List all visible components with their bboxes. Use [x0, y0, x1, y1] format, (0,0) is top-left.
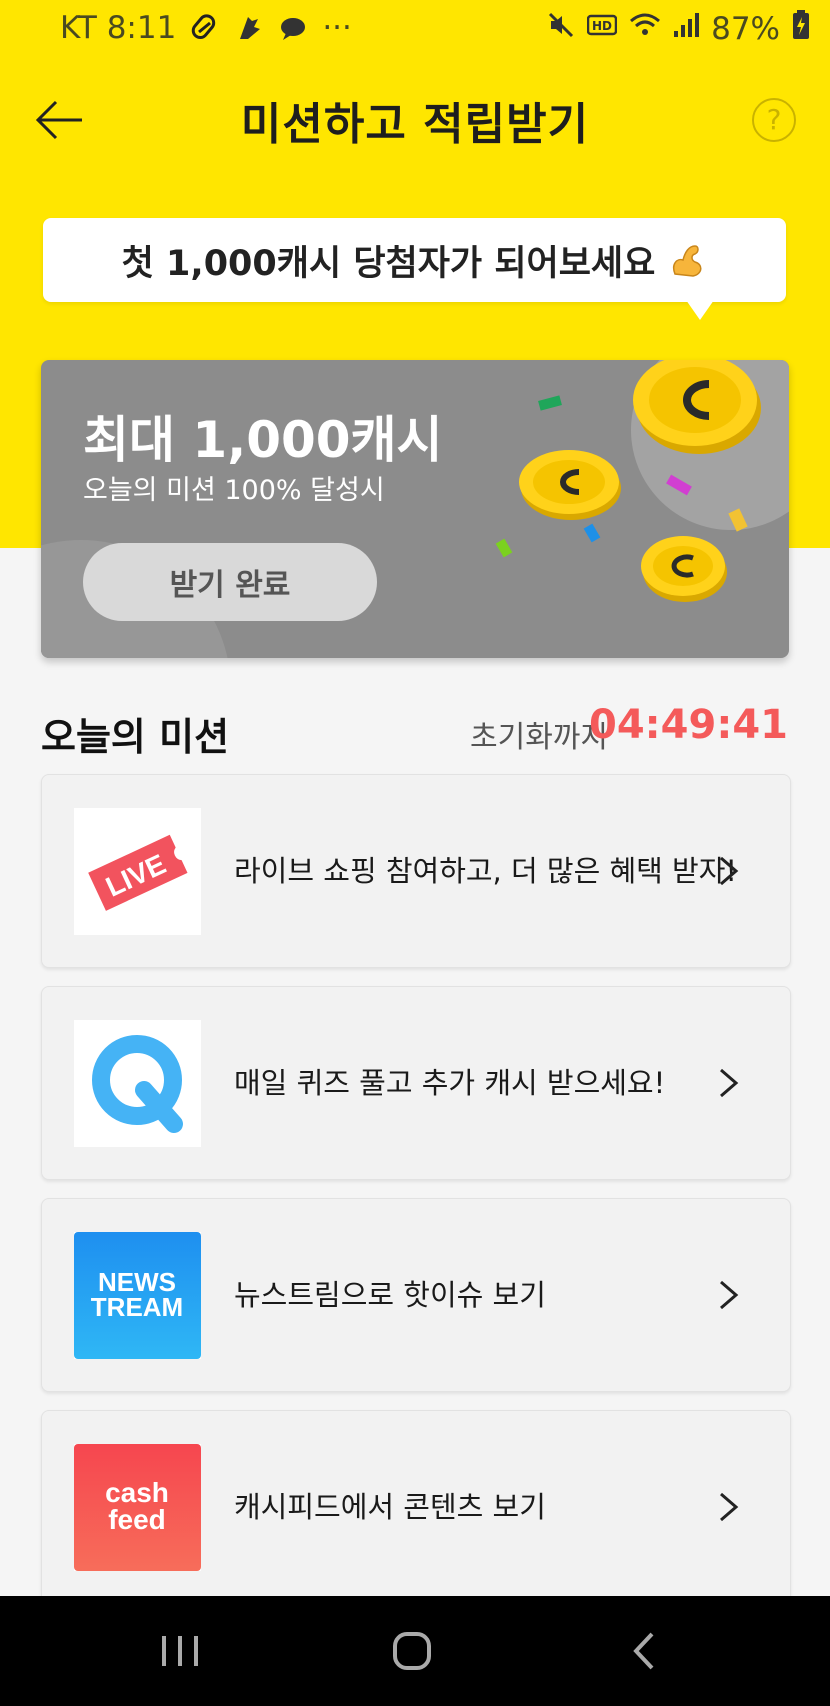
- status-right: HD 87%: [547, 10, 810, 48]
- cashfeed-icon: cash feed: [74, 1444, 201, 1571]
- mission-item-cashfeed[interactable]: cash feed 캐시피드에서 콘텐츠 보기: [41, 1410, 791, 1604]
- status-left: KT 8:11 ···: [60, 10, 352, 46]
- more-notifications-icon: ···: [322, 10, 352, 46]
- mission-label: 캐시피드에서 콘텐츠 보기: [234, 1490, 546, 1524]
- app-notification-icon: [234, 13, 264, 43]
- cashfeed-icon-line2: feed: [108, 1504, 166, 1535]
- battery-charging-icon: [792, 10, 810, 48]
- mission-item-live-shopping[interactable]: LIVE 라이브 쇼핑 참여하고, 더 많은 혜택 받자!: [41, 774, 791, 968]
- quiz-icon-text: Q: [74, 1020, 75, 1021]
- recent-apps-icon[interactable]: [150, 1626, 210, 1676]
- signal-icon: [673, 11, 700, 47]
- chevron-right-icon: [720, 856, 739, 886]
- chevron-right-icon: [720, 1068, 739, 1098]
- flexed-biceps-icon: [667, 240, 707, 280]
- svg-text:HD: HD: [592, 19, 612, 33]
- mission-label: 라이브 쇼핑 참여하고, 더 많은 혜택 받자!: [234, 854, 738, 888]
- live-icon: LIVE: [74, 808, 201, 935]
- help-button[interactable]: ?: [752, 98, 796, 142]
- promo-bubble: 첫 1,000캐시 당첨자가 되어보세요: [43, 218, 786, 302]
- home-icon[interactable]: [382, 1626, 442, 1676]
- hd-voice-icon: HD: [586, 11, 618, 47]
- reward-subtitle: 오늘의 미션 100% 달성시: [83, 475, 385, 506]
- promo-bubble-tail: [686, 300, 714, 320]
- newstream-icon: NEWS TREAM: [74, 1232, 201, 1359]
- mission-label: 뉴스트림으로 핫이슈 보기: [234, 1278, 546, 1312]
- reset-label: 초기화까지: [470, 720, 608, 755]
- chevron-right-icon: [720, 1492, 739, 1522]
- missions-title: 오늘의 미션: [41, 715, 230, 759]
- mission-item-daily-quiz[interactable]: Q 매일 퀴즈 풀고 추가 캐시 받으세요!: [41, 986, 791, 1180]
- system-nav-bar: [0, 1596, 830, 1706]
- newstream-icon-line2: TREAM: [91, 1292, 183, 1322]
- reward-title: 최대 1,000캐시: [83, 411, 443, 469]
- carrier-time: KT 8:11: [60, 10, 177, 46]
- mission-label: 매일 퀴즈 풀고 추가 캐시 받으세요!: [234, 1066, 666, 1100]
- promo-bubble-text: 첫 1,000캐시 당첨자가 되어보세요: [121, 243, 656, 284]
- battery-level: 87%: [711, 11, 780, 47]
- wifi-icon: [629, 11, 661, 47]
- pill-icon: [190, 13, 220, 43]
- reward-card: 최대 1,000캐시 오늘의 미션 100% 달성시 받기 완료: [41, 360, 789, 658]
- chevron-right-icon: [720, 1280, 739, 1310]
- coins-illustration: [495, 360, 761, 602]
- system-back-icon[interactable]: [614, 1626, 674, 1676]
- reset-timer: 04:49:41: [589, 702, 788, 748]
- chat-notification-icon: [278, 13, 308, 43]
- mission-item-newstream[interactable]: NEWS TREAM 뉴스트림으로 핫이슈 보기: [41, 1198, 791, 1392]
- claim-complete-button[interactable]: 받기 완료: [83, 543, 377, 621]
- status-bar: KT 8:11 ··· HD 87%: [0, 0, 830, 58]
- mute-icon: [547, 11, 575, 47]
- page-title: 미션하고 적립받기: [240, 99, 590, 150]
- quiz-icon: Q: [74, 1020, 201, 1147]
